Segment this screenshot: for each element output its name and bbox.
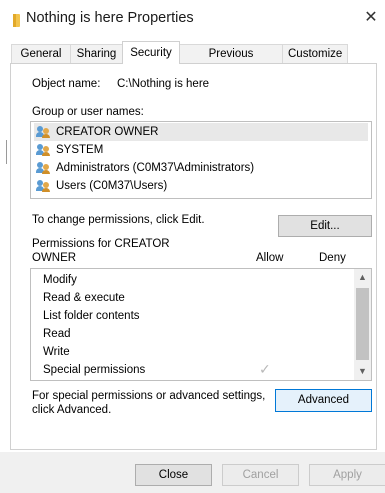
cancel-button[interactable]: Cancel [222,464,299,486]
tab-general[interactable]: General [11,44,71,63]
object-name-value: C:\Nothing is here [117,78,210,90]
group-item-creator-owner[interactable]: CREATOR OWNER [34,123,368,141]
scrollbar-thumb[interactable] [356,288,369,360]
permissions-list[interactable]: Modify Read & execute List folder conten… [30,268,372,381]
apply-button[interactable]: Apply [309,464,385,486]
group-names-label: Group or user names: [32,106,144,118]
advanced-button[interactable]: Advanced [275,389,372,412]
deny-column-header: Deny [319,252,346,264]
close-button[interactable]: Close [135,464,212,486]
allow-column-header: Allow [256,252,284,264]
permission-row-list-folder-contents: List folder contents [43,310,140,322]
permission-row-write: Write [43,346,70,358]
permission-row-read: Read [43,328,71,340]
folder-icon [13,14,20,27]
permission-row-modify: Modify [43,274,77,286]
group-item-label: SYSTEM [56,144,104,156]
tab-sharing[interactable]: Sharing [70,44,123,63]
scroll-up-arrow-icon[interactable]: ▲ [354,269,371,286]
group-item-administrators[interactable]: Administrators (C0M37\Administrators) [34,159,368,177]
change-permissions-hint: To change permissions, click Edit. [32,214,205,226]
users-icon [36,162,51,174]
tab-security[interactable]: Security [122,41,180,64]
group-user-list[interactable]: CREATOR OWNER SYSTEM Administrators (C0M… [30,121,372,199]
edit-button[interactable]: Edit... [278,215,372,237]
group-item-label: Users (C0M37\Users) [56,180,168,192]
users-icon [36,180,51,192]
group-item-label: Administrators (C0M37\Administrators) [56,162,255,174]
window-title: Nothing is here Properties [26,10,194,26]
permissions-for-principal: OWNER [32,252,77,264]
object-name-label: Object name: [32,78,101,90]
permission-row-special: Special permissions [43,364,146,376]
advanced-hint-line1: For special permissions or advanced sett… [32,390,266,402]
permissions-for-label: Permissions for CREATOR [32,238,170,250]
advanced-hint-line2: click Advanced. [32,404,112,416]
group-item-system[interactable]: SYSTEM [34,141,368,159]
tab-customize[interactable]: Customize [282,44,348,63]
tab-previous-versions[interactable]: Previous Versions [179,44,283,79]
window-edge-divider [6,140,7,164]
group-item-users[interactable]: Users (C0M37\Users) [34,177,368,195]
users-icon [36,126,51,138]
close-window-button[interactable]: ✕ [361,8,381,28]
permission-row-read-execute: Read & execute [43,292,125,304]
scroll-down-arrow-icon[interactable]: ▼ [354,363,371,380]
group-item-label: CREATOR OWNER [56,126,159,138]
allow-check-icon: ✓ [259,361,271,377]
users-icon [36,144,51,156]
